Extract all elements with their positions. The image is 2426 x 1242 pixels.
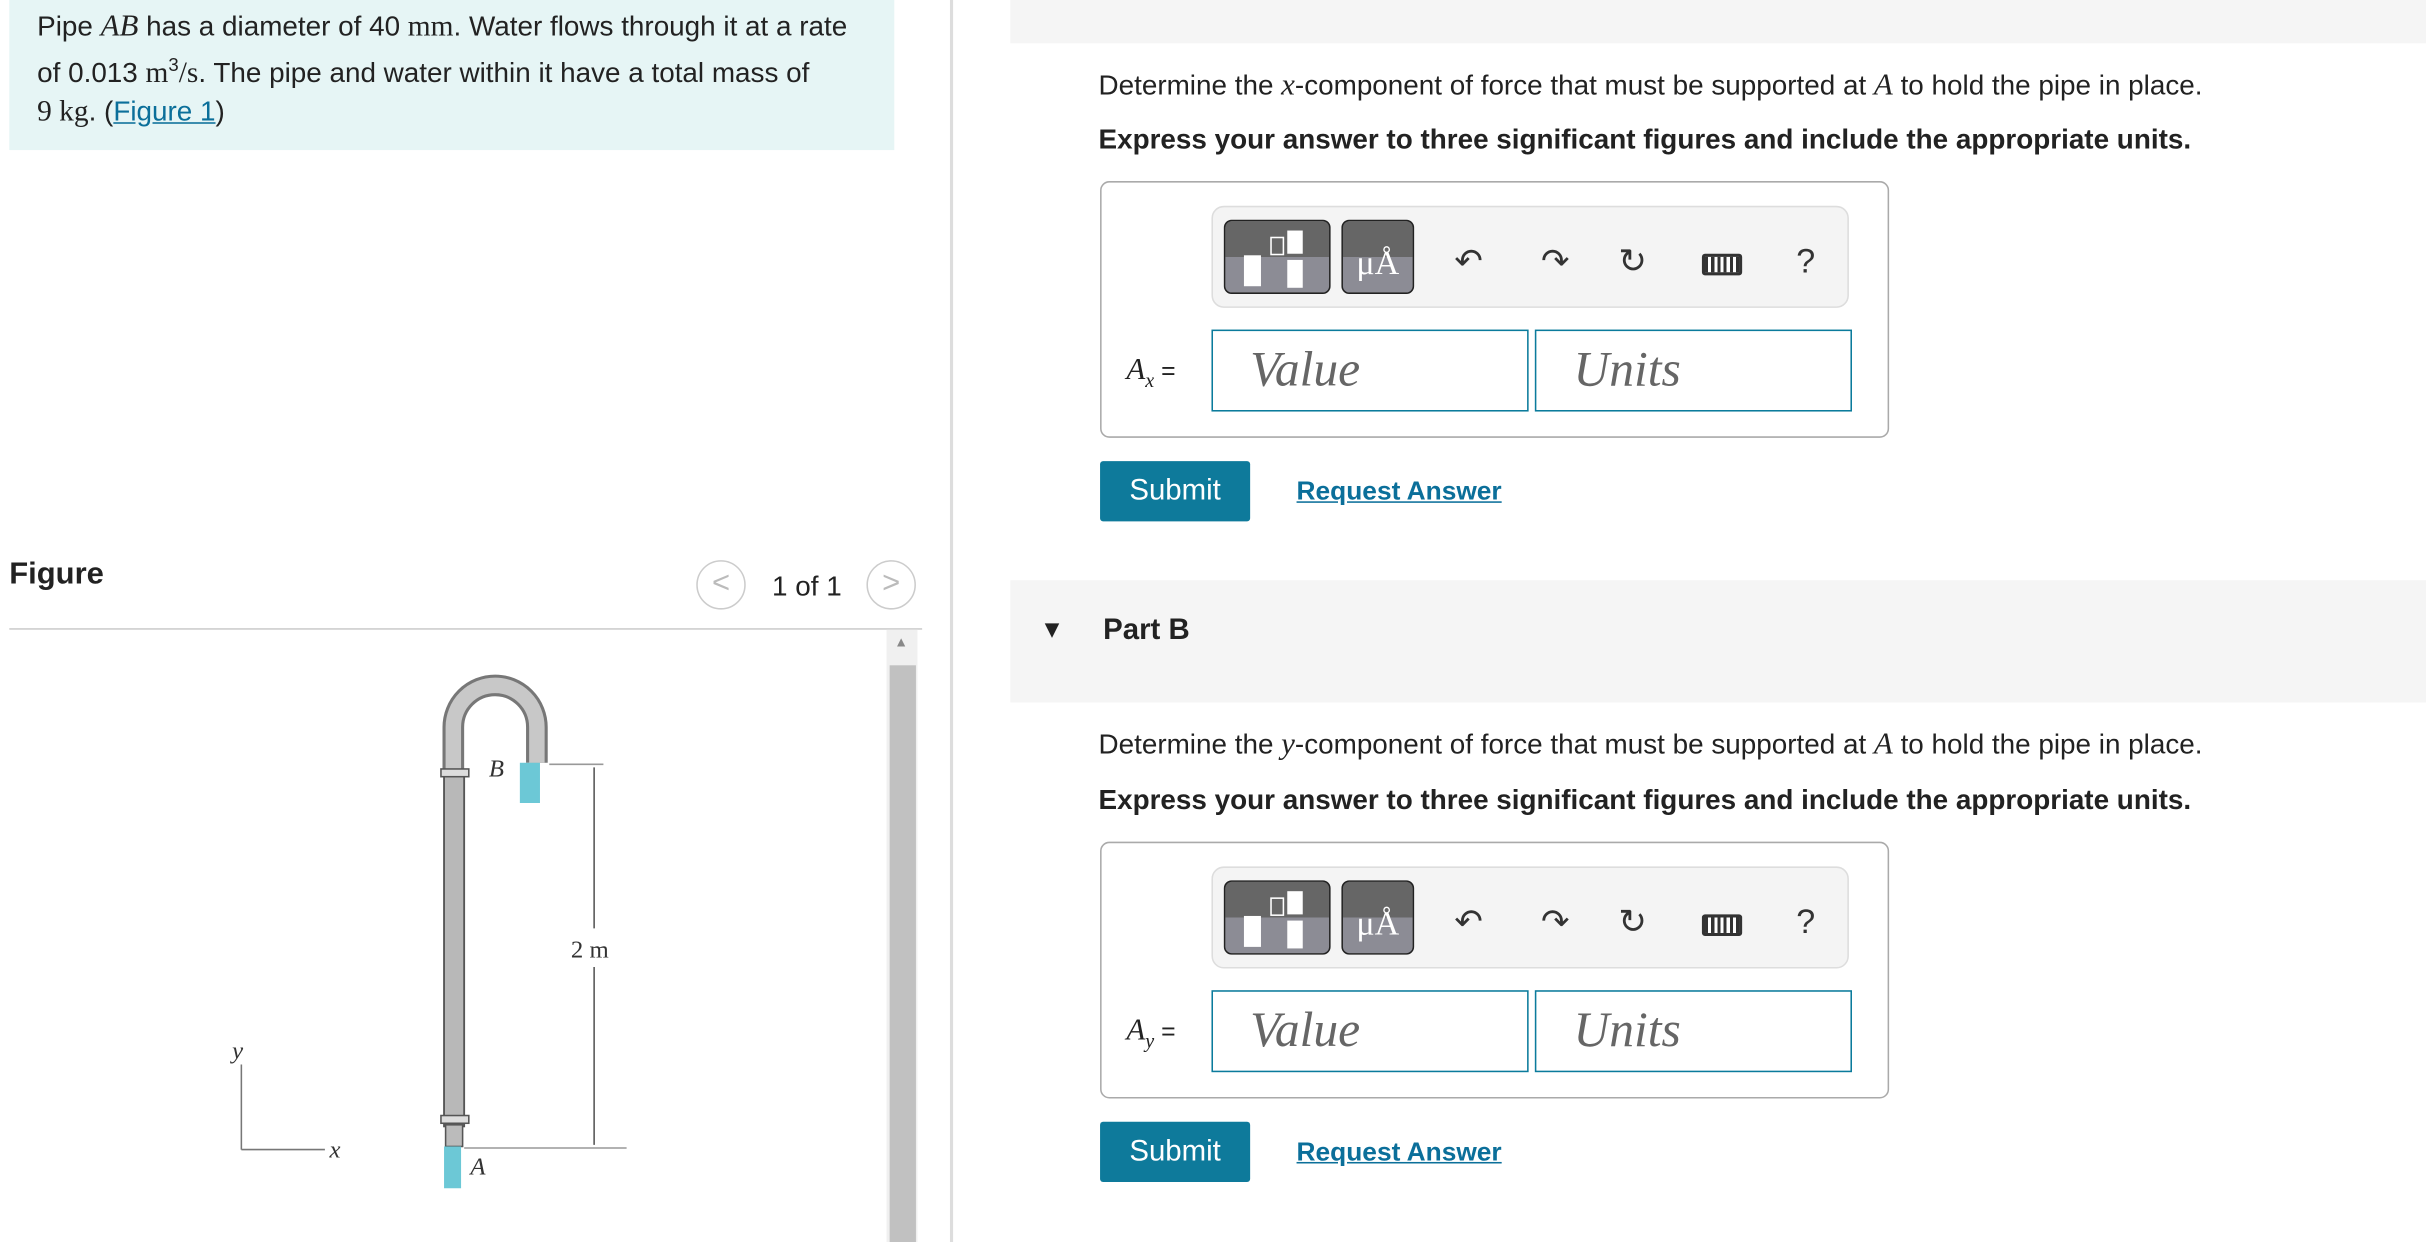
math-point: A: [1873, 727, 1893, 762]
undo-icon[interactable]: ↶: [1454, 902, 1483, 942]
problem-statement: Pipe AB has a diameter of 40 mm. Water f…: [9, 0, 895, 151]
dimension-label: 2 m: [571, 937, 609, 964]
reset-icon[interactable]: ↻: [1618, 241, 1647, 281]
text: Pipe: [37, 10, 101, 42]
keyboard-icon[interactable]: [1701, 914, 1743, 937]
text: . (: [88, 95, 114, 127]
math-exp: 3: [168, 54, 179, 76]
label-b: B: [489, 756, 504, 783]
part-b-question: Determine the y-component of force that …: [1099, 727, 2203, 763]
value-input[interactable]: Value: [1211, 329, 1529, 412]
scrollbar-thumb[interactable]: [889, 665, 916, 1242]
math-s: /s: [178, 57, 199, 90]
math-m: m: [145, 57, 169, 90]
units-icon[interactable]: μÅ: [1341, 219, 1415, 294]
part-b-answer-box: μÅ ↶ ↷ ↻ ? Ay = Value Units: [1100, 841, 1890, 1099]
text: ): [215, 95, 225, 127]
ax-label: Ax =: [1126, 353, 1175, 393]
reset-icon[interactable]: ↻: [1618, 902, 1647, 942]
text: A: [1126, 1013, 1146, 1048]
templates-icon[interactable]: [1223, 219, 1331, 294]
text: x: [1145, 368, 1155, 392]
label-a: A: [468, 1153, 486, 1180]
part-a-instructions: Express your answer to three significant…: [1098, 123, 2192, 155]
figure-pager: 1 of 1: [772, 570, 842, 602]
request-answer-link[interactable]: Request Answer: [1297, 477, 1502, 508]
part-b-title: Part B: [1103, 614, 1190, 647]
part-a-question: Determine the x-component of force that …: [1099, 68, 2203, 104]
water-a: [444, 1146, 462, 1189]
text: -component of force that must be support…: [1294, 728, 1874, 760]
text: =: [1154, 358, 1176, 386]
undo-icon[interactable]: ↶: [1454, 241, 1483, 281]
math-point: A: [1873, 68, 1893, 103]
text: to hold the pipe in place.: [1892, 728, 2203, 760]
text: to hold the pipe in place.: [1892, 69, 2203, 101]
help-icon[interactable]: ?: [1796, 241, 1815, 281]
panel-divider[interactable]: [949, 0, 954, 1242]
axis-x: x: [329, 1136, 341, 1163]
value-input[interactable]: Value: [1211, 990, 1529, 1073]
text: Determine the: [1098, 728, 1282, 760]
keyboard-icon[interactable]: [1701, 253, 1743, 276]
text: -component of force that must be support…: [1294, 69, 1874, 101]
water-b: [519, 762, 540, 803]
text: . Water flows through it at a rate: [453, 10, 848, 42]
prev-figure-button[interactable]: <: [696, 560, 746, 610]
collapse-triangle-icon[interactable]: ▼: [1040, 617, 1065, 645]
request-answer-link[interactable]: Request Answer: [1297, 1137, 1502, 1168]
next-figure-button[interactable]: >: [866, 560, 916, 610]
math-ab: AB: [100, 9, 139, 44]
pipe-figure: B A y x 2 m: [229, 674, 627, 1189]
scroll-up-icon[interactable]: ▲: [894, 634, 908, 649]
math-toolbar: μÅ ↶ ↷ ↻ ?: [1211, 205, 1849, 308]
redo-icon[interactable]: ↷: [1541, 241, 1570, 281]
units-icon[interactable]: μÅ: [1341, 880, 1415, 955]
units-input[interactable]: Units: [1534, 990, 1852, 1073]
axis-y: y: [229, 1037, 243, 1064]
submit-button[interactable]: Submit: [1100, 461, 1251, 522]
part-a-header: [1010, 0, 2426, 44]
help-icon[interactable]: ?: [1796, 902, 1815, 942]
math-mm: mm: [407, 10, 454, 44]
units-input[interactable]: Units: [1534, 329, 1852, 412]
redo-icon[interactable]: ↷: [1541, 902, 1570, 942]
submit-button[interactable]: Submit: [1100, 1121, 1251, 1183]
text: . The pipe and water within it have a to…: [198, 57, 810, 89]
text: =: [1154, 1019, 1176, 1046]
text: of 0.013: [37, 57, 146, 89]
math-num: 9: [37, 95, 60, 129]
math-var: y: [1281, 727, 1295, 762]
templates-icon[interactable]: [1223, 880, 1331, 955]
figure-title: Figure: [9, 556, 104, 592]
math-kg: kg: [59, 95, 89, 129]
figure-link[interactable]: Figure 1: [113, 96, 215, 127]
text: Determine the: [1098, 69, 1282, 101]
text: y: [1145, 1028, 1155, 1053]
ay-label: Ay =: [1126, 1013, 1175, 1053]
math-toolbar: μÅ ↶ ↷ ↻ ?: [1211, 866, 1849, 969]
text: has a diameter of 40: [138, 10, 408, 42]
text: A: [1126, 352, 1146, 387]
math-var: x: [1281, 68, 1295, 103]
part-b-header[interactable]: ▼ Part B: [1010, 580, 2426, 703]
part-b-instructions: Express your answer to three significant…: [1098, 784, 2192, 816]
part-a-answer-box: μÅ ↶ ↷ ↻ ? Ax = Value Units: [1100, 181, 1890, 438]
